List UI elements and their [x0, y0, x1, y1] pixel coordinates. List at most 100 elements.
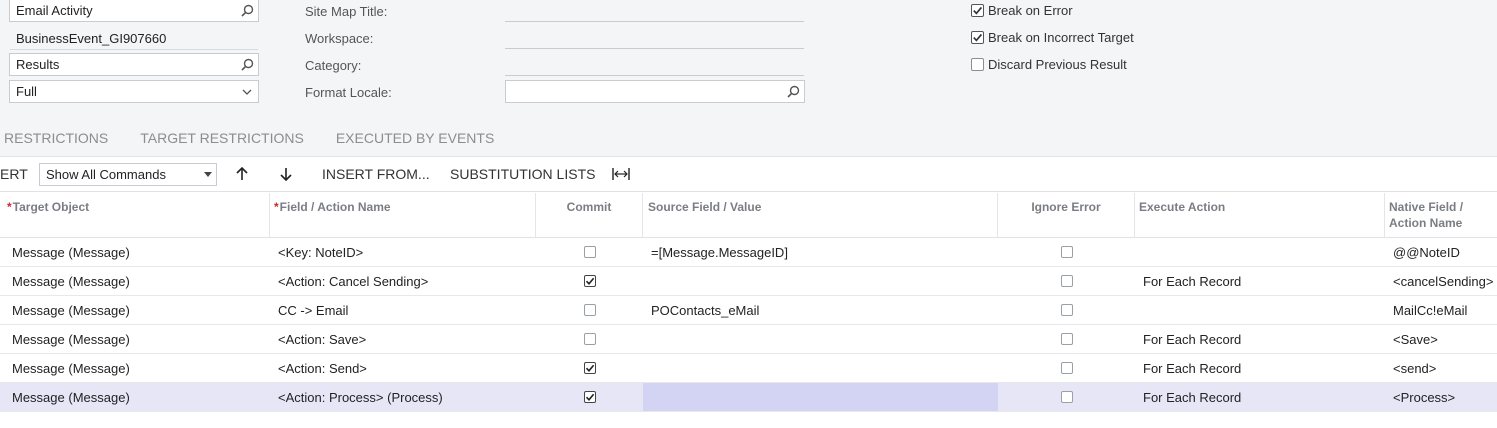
ignore-error-cell[interactable] [998, 267, 1135, 295]
column-header-target-object[interactable]: *Target Object [0, 193, 270, 238]
field-action-name-cell[interactable]: <Action: Send> [270, 354, 536, 382]
table-row[interactable]: Message (Message) <Action: Process> (Proc… [0, 383, 1497, 412]
ignore-error-cell[interactable] [998, 383, 1135, 411]
move-up-icon[interactable] [233, 165, 251, 183]
category-field[interactable] [505, 75, 804, 76]
native-field-text: <send> [1393, 360, 1437, 376]
commit-cell[interactable] [536, 296, 643, 324]
target-object-cell[interactable]: Message (Message) [0, 267, 270, 295]
ignore-error-cell[interactable] [998, 296, 1135, 324]
source-field-value-cell[interactable] [643, 267, 998, 295]
chevron-down-icon[interactable] [236, 81, 258, 102]
native-field-cell[interactable]: <send> [1385, 354, 1497, 382]
discard-previous-result-option[interactable]: Discard Previous Result [971, 57, 1127, 72]
source-field-value-text: POContacts_eMail [651, 302, 760, 318]
site-map-title-field[interactable] [505, 21, 804, 22]
native-field-cell[interactable]: MailCc!eMail [1385, 296, 1497, 324]
search-icon[interactable] [782, 81, 804, 102]
table-row[interactable]: Message (Message) <Action: Save> For Each … [0, 325, 1497, 354]
source-field-value-cell[interactable]: POContacts_eMail [643, 296, 998, 324]
break-on-error-option[interactable]: Break on Error [971, 3, 1073, 18]
commit-checkbox[interactable] [583, 246, 596, 258]
commands-select[interactable]: Show All Commands [39, 163, 217, 186]
caret-down-icon[interactable] [200, 172, 216, 177]
workspace-field[interactable] [505, 48, 804, 49]
move-down-icon[interactable] [277, 165, 295, 183]
target-object-cell[interactable]: Message (Message) [0, 325, 270, 353]
commit-cell[interactable] [536, 325, 643, 353]
ignore-error-cell[interactable] [998, 238, 1135, 266]
ignore-checkbox[interactable] [1060, 391, 1073, 403]
native-field-cell[interactable]: @@NoteID [1385, 238, 1497, 266]
source-field-value-cell[interactable] [643, 383, 998, 411]
break-on-incorrect-target-checkbox[interactable] [971, 31, 984, 44]
fit-columns-icon[interactable] [611, 165, 631, 183]
source-field-value-cell[interactable] [643, 325, 998, 353]
ignore-error-cell[interactable] [998, 325, 1135, 353]
target-object-cell[interactable]: Message (Message) [0, 354, 270, 382]
table-row[interactable]: Message (Message) <Action: Cancel Sending… [0, 267, 1497, 296]
search-icon[interactable] [236, 54, 258, 75]
execute-action-cell[interactable]: For Each Record [1135, 383, 1385, 411]
tab-target-restrictions[interactable]: TARGET RESTRICTIONS [140, 130, 304, 146]
execute-action-cell[interactable]: For Each Record [1135, 325, 1385, 353]
table-row[interactable]: Message (Message) <Key: NoteID> =[Message.… [0, 238, 1497, 267]
format-locale-label: Format Locale: [305, 85, 392, 100]
native-field-cell[interactable]: <Save> [1385, 325, 1497, 353]
substitution-lists-button[interactable]: SUBSTITUTION LISTS [450, 166, 595, 182]
execute-action-cell[interactable] [1135, 238, 1385, 266]
commit-cell[interactable] [536, 267, 643, 295]
business-event-value: BusinessEvent_GI907660 [16, 30, 167, 46]
column-header-source-field-value[interactable]: Source Field / Value [643, 193, 998, 238]
column-header-execute-action[interactable]: Execute Action [1135, 193, 1385, 238]
field-action-name-cell[interactable]: <Key: NoteID> [270, 238, 536, 266]
ignore-checkbox[interactable] [1060, 362, 1073, 374]
screen-field[interactable]: Email Activity [9, 0, 259, 22]
field-action-name-cell[interactable]: <Action: Process> (Process) [270, 383, 536, 411]
break-on-incorrect-target-option[interactable]: Break on Incorrect Target [971, 30, 1134, 45]
commit-cell[interactable] [536, 354, 643, 382]
field-action-name-cell[interactable]: <Action: Save> [270, 325, 536, 353]
commit-cell[interactable] [536, 238, 643, 266]
discard-previous-result-checkbox[interactable] [971, 58, 984, 71]
execute-action-cell[interactable]: For Each Record [1135, 267, 1385, 295]
target-object-cell[interactable]: Message (Message) [0, 238, 270, 266]
column-header-field-action-name[interactable]: *Field / Action Name [270, 193, 536, 238]
table-row[interactable]: Message (Message) CC -> Email POContacts_e… [0, 296, 1497, 325]
table-row[interactable]: Message (Message) <Action: Send> For Each … [0, 354, 1497, 383]
tab-restrictions[interactable]: RESTRICTIONS [4, 130, 108, 146]
commit-cell[interactable] [536, 383, 643, 411]
column-header-commit[interactable]: Commit [536, 193, 643, 238]
break-on-error-checkbox[interactable] [971, 4, 984, 17]
commit-checkbox[interactable] [583, 362, 596, 374]
execute-action-cell[interactable] [1135, 296, 1385, 324]
native-field-cell[interactable]: <cancelSending> [1385, 267, 1497, 295]
source-field-value-cell[interactable]: =[Message.MessageID] [643, 238, 998, 266]
source-field-value-cell[interactable] [643, 354, 998, 382]
execute-action-cell[interactable]: For Each Record [1135, 354, 1385, 382]
ignore-checkbox[interactable] [1060, 275, 1073, 287]
target-object-text: Message (Message) [12, 302, 130, 318]
tab-executed-by-events[interactable]: EXECUTED BY EVENTS [336, 130, 494, 146]
ignore-error-cell[interactable] [998, 354, 1135, 382]
mode-select[interactable]: Full [9, 80, 259, 103]
insert-button[interactable]: ERT [0, 166, 28, 182]
format-locale-field[interactable] [505, 80, 805, 103]
column-header-ignore-error[interactable]: Ignore Error [998, 193, 1135, 238]
commit-checkbox[interactable] [583, 333, 596, 345]
ignore-checkbox[interactable] [1060, 304, 1073, 316]
ignore-checkbox[interactable] [1060, 333, 1073, 345]
commit-checkbox[interactable] [583, 275, 596, 287]
commit-checkbox[interactable] [583, 304, 596, 316]
field-action-name-cell[interactable]: <Action: Cancel Sending> [270, 267, 536, 295]
native-field-cell[interactable]: <Process> [1385, 383, 1497, 411]
search-icon[interactable] [236, 0, 258, 21]
commit-checkbox[interactable] [583, 391, 596, 403]
results-field[interactable]: Results [9, 53, 259, 76]
ignore-checkbox[interactable] [1060, 246, 1073, 258]
insert-from-button[interactable]: INSERT FROM... [322, 166, 430, 182]
field-action-name-cell[interactable]: CC -> Email [270, 296, 536, 324]
target-object-cell[interactable]: Message (Message) [0, 383, 270, 411]
column-header-native-field[interactable]: Native Field / Action Name [1385, 193, 1497, 238]
target-object-cell[interactable]: Message (Message) [0, 296, 270, 324]
